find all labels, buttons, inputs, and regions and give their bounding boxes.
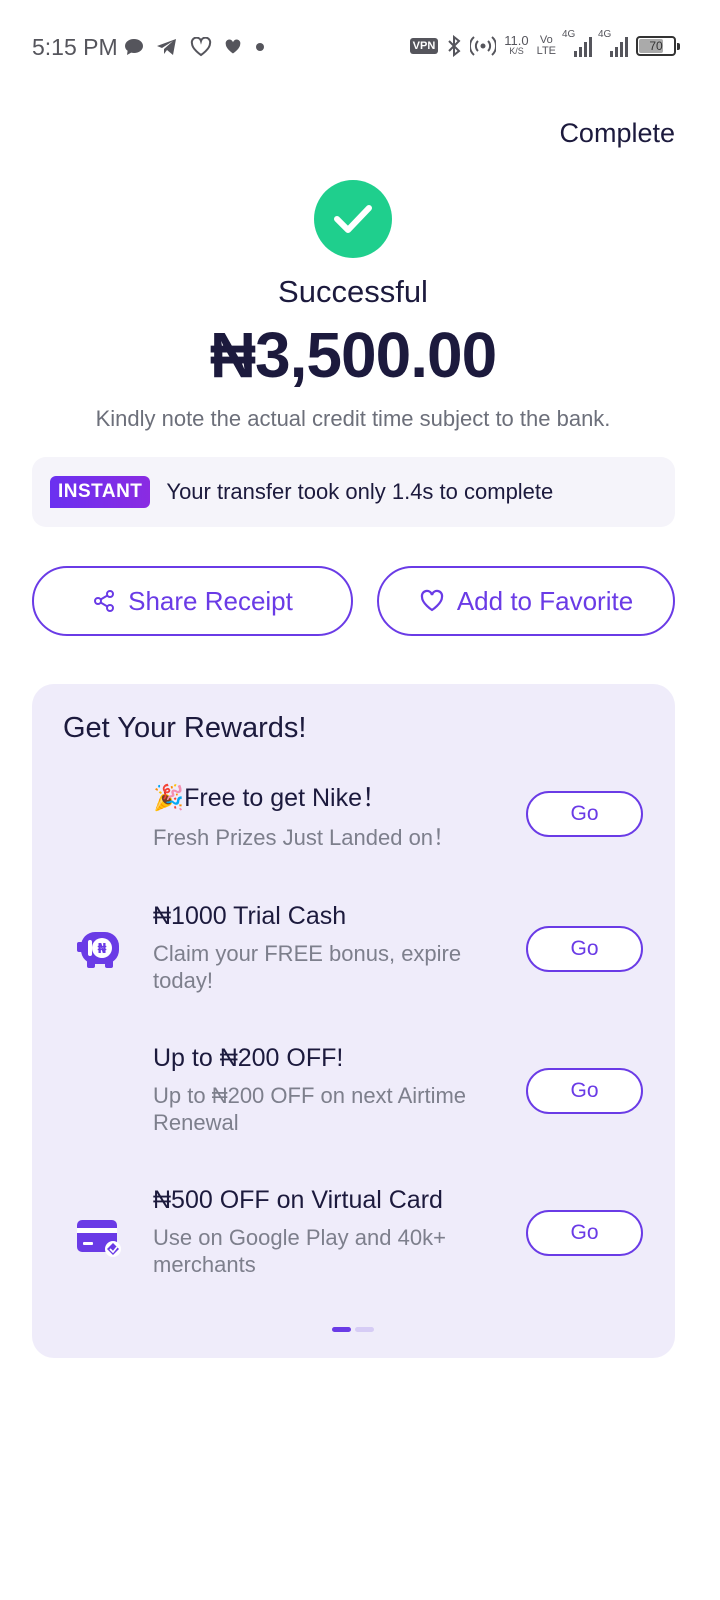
volte-indicator: Vo LTE	[537, 35, 556, 57]
carousel-pagination	[332, 1327, 374, 1332]
go-button[interactable]: Go	[526, 926, 643, 972]
go-button[interactable]: Go	[526, 1068, 643, 1114]
dot-icon	[256, 43, 264, 51]
battery-level: 70	[649, 39, 663, 53]
complete-button[interactable]: Complete	[559, 118, 675, 149]
signal-1-label: 4G	[562, 29, 576, 40]
go-button[interactable]: Go	[526, 1210, 643, 1256]
rewards-title: Get Your Rewards!	[63, 712, 307, 744]
piggy-bank-icon: ₦	[74, 924, 124, 974]
rewards-card: Get Your Rewards! 🎉Free to get Nike！ Fre…	[32, 684, 675, 1358]
reward-desc: Fresh Prizes Just Landed on！	[153, 825, 456, 850]
reward-desc: Up to ₦200 OFF on next Airtime Renewal	[153, 1083, 467, 1135]
reward-item: Up to ₦200 OFF! Up to ₦200 OFF on next A…	[32, 1044, 675, 1144]
reward-desc: Use on Google Play and 40k+ merchants	[153, 1225, 446, 1277]
vpn-icon: VPN	[409, 38, 439, 54]
signal-2-label: 4G	[598, 29, 612, 40]
net-speed-value: 11.0	[504, 33, 529, 48]
reward-title: 🎉Free to get Nike！	[153, 784, 387, 812]
signal-1-icon: 4G	[562, 29, 592, 57]
share-receipt-button[interactable]: Share Receipt	[32, 566, 353, 636]
reward-item: ₦500 OFF on Virtual Card Use on Google P…	[32, 1186, 675, 1286]
chat-bubble-icon	[125, 39, 143, 55]
add-to-favorite-label: Add to Favorite	[456, 585, 634, 616]
battery-icon: 70	[636, 36, 680, 56]
bluetooth-icon	[448, 35, 461, 57]
system-icons: VPN 11.0 K/S Vo LTE 4G 4G 70	[409, 29, 680, 62]
signal-2-icon: 4G	[598, 29, 628, 57]
hotspot-icon	[470, 36, 497, 56]
add-to-favorite-button[interactable]: Add to Favorite	[377, 566, 675, 636]
net-speed: 11.0 K/S	[504, 33, 529, 57]
status-time: 5:15 PM	[32, 34, 118, 60]
status-bar: 5:15 PM VPN 11.0 K/S Vo LTE 4G 4G 70	[0, 0, 720, 92]
reward-desc: Claim your FREE bonus, expire today!	[153, 941, 462, 993]
page-dot[interactable]	[355, 1327, 374, 1332]
transaction-amount: ₦3,500.00	[209, 319, 497, 391]
volte-bottom: LTE	[536, 45, 556, 57]
instant-badge: INSTANT	[50, 476, 151, 508]
heart-outline-icon	[190, 37, 212, 57]
instant-text: Your transfer took only 1.4s to complete	[166, 479, 554, 504]
reward-title: ₦1000 Trial Cash	[153, 902, 347, 930]
instant-transfer-banner: INSTANT Your transfer took only 1.4s to …	[32, 457, 675, 527]
reward-title: Up to ₦200 OFF!	[153, 1044, 344, 1072]
telegram-icon	[157, 39, 176, 55]
page-dot-active[interactable]	[332, 1327, 351, 1332]
reward-item: ₦ ₦1000 Trial Cash Claim your FREE bonus…	[32, 902, 675, 1002]
go-button[interactable]: Go	[526, 791, 643, 837]
virtual-card-icon	[74, 1212, 124, 1262]
svg-text:₦: ₦	[97, 942, 106, 957]
transaction-status: Successful	[278, 274, 428, 309]
heart-filled-icon	[225, 39, 241, 54]
credit-time-note: Kindly note the actual credit time subje…	[95, 406, 611, 431]
success-check-icon	[314, 180, 392, 258]
share-receipt-label: Share Receipt	[128, 585, 293, 616]
share-icon	[94, 590, 115, 612]
reward-title: ₦500 OFF on Virtual Card	[153, 1186, 443, 1214]
reward-item: 🎉Free to get Nike！ Fresh Prizes Just Lan…	[32, 778, 675, 868]
notification-icons	[124, 34, 266, 60]
heart-icon	[420, 589, 443, 612]
